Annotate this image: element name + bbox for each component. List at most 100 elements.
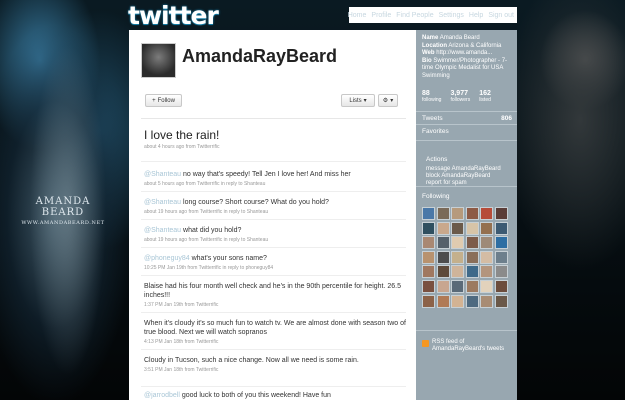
follow-button[interactable]: + Follow [145, 94, 182, 107]
following-avatar[interactable] [436, 279, 450, 293]
favorites-link[interactable]: Favorites [422, 128, 512, 135]
following-avatar[interactable] [436, 207, 450, 220]
tweet: Blaise had his four month well check and… [144, 282, 406, 308]
tweet-meta[interactable]: about 5 hours ago from Twitterrific in r… [144, 181, 406, 187]
following-avatar[interactable] [436, 221, 450, 235]
tweet-meta[interactable]: 4:13 PM Jan 18th from Twitterrific [144, 339, 406, 345]
message-link[interactable]: message AmandaRayBeard [426, 166, 501, 173]
rss-feed-link[interactable]: RSS feed of AmandaRayBeard's tweets [422, 339, 517, 353]
tweet-mention[interactable]: @jarrodbell [144, 392, 180, 399]
divider [141, 118, 406, 119]
stat-followers[interactable]: 3,977 followers [450, 90, 470, 103]
following-avatar[interactable] [422, 294, 435, 308]
tweet-meta[interactable]: 1:37 PM Jan 19th from Twitterrific [144, 302, 406, 308]
following-avatar[interactable] [465, 279, 479, 293]
stat-listed[interactable]: 162 listed [479, 90, 491, 103]
following-avatar[interactable] [480, 207, 494, 220]
following-avatar[interactable] [422, 265, 435, 279]
following-avatar[interactable] [451, 221, 465, 235]
following-avatar[interactable] [436, 294, 450, 308]
following-avatar[interactable] [422, 250, 435, 264]
brand-url: WWW.AMANDABEARD.NET [21, 220, 105, 226]
following-avatar[interactable] [480, 265, 494, 279]
following-avatar[interactable] [436, 250, 450, 264]
divider [416, 124, 517, 125]
nav-find-people[interactable]: Find People [396, 12, 433, 19]
nav-help[interactable]: Help [469, 12, 483, 19]
tweet-meta[interactable]: about 19 hours ago from Twitterrific in … [144, 209, 406, 215]
stat-label: followers [450, 97, 471, 103]
divider [141, 219, 406, 220]
following-avatar[interactable] [465, 207, 479, 220]
web-row: Web http://www.amanda... [422, 50, 514, 58]
following-avatar[interactable] [480, 294, 494, 308]
tweet-text: When it's cloudy it's so much fun to wat… [144, 320, 406, 336]
tweet-body: good luck to both of you this weekend! H… [179, 392, 331, 399]
following-avatar[interactable] [480, 236, 494, 250]
following-avatar[interactable] [436, 236, 450, 250]
divider [141, 349, 406, 350]
tweet-meta[interactable]: about 4 hours ago from Twitterrific [144, 144, 406, 150]
avatar[interactable] [141, 43, 176, 78]
location-value: Arizona & California [448, 42, 502, 49]
tweet-mention[interactable]: @Shanteau [144, 199, 181, 206]
following-avatar[interactable] [494, 279, 508, 293]
following-avatar[interactable] [465, 236, 479, 250]
following-avatar[interactable] [451, 294, 465, 308]
tweet: When it's cloudy it's so much fun to wat… [144, 319, 406, 345]
divider [416, 140, 517, 141]
nav-profile[interactable]: Profile [371, 12, 391, 19]
following-avatar[interactable] [480, 279, 494, 293]
following-avatar[interactable] [465, 265, 479, 279]
tweet-mention[interactable]: @Shanteau [144, 227, 181, 234]
tweet-mention[interactable]: @Shanteau [144, 171, 181, 178]
tweets-count-row[interactable]: Tweets 806 [422, 115, 512, 122]
lists-label: Lists [349, 97, 362, 104]
following-avatar[interactable] [494, 250, 508, 264]
twitter-logo[interactable]: twitter [128, 1, 219, 30]
brand-name: AMANDA BEARD [35, 196, 91, 218]
following-avatar[interactable] [451, 207, 465, 220]
nav-home[interactable]: Home [348, 12, 367, 19]
gear-button[interactable]: ⚙ ▾ [378, 94, 398, 107]
web-link[interactable]: http://www.amanda... [436, 50, 492, 56]
stat-following[interactable]: 88 following [422, 90, 441, 103]
divider [141, 312, 406, 313]
background-branding: AMANDA BEARD WWW.AMANDABEARD.NET [14, 196, 112, 226]
tweet-body: what's your sons name? [189, 255, 267, 262]
following-avatar[interactable] [480, 221, 494, 235]
following-avatar[interactable] [465, 221, 479, 235]
following-avatar[interactable] [451, 250, 465, 264]
tweet-meta[interactable]: 3:51 PM Jan 18th from Twitterrific [144, 367, 406, 373]
bio-row: Bio Swimmer/Photographer - 7-time Olympi… [422, 58, 514, 81]
tweet-text: @Shanteau no way that's speedy! Tell Jen… [144, 170, 406, 179]
following-avatar[interactable] [436, 265, 450, 279]
tweet-meta[interactable]: 10:25 PM Jan 19th from Twitterrific in r… [144, 265, 406, 271]
following-avatar[interactable] [494, 221, 508, 235]
location-label: Location [422, 42, 447, 49]
following-avatar[interactable] [422, 221, 435, 235]
stat-number: 88 [422, 90, 430, 97]
following-avatar[interactable] [422, 279, 435, 293]
following-avatar[interactable] [422, 236, 435, 250]
tweet-text: I love the rain! [144, 128, 220, 142]
main-content: AmandaRayBeard + Follow Lists ▾ ⚙ ▾ I lo… [129, 30, 416, 400]
following-avatar[interactable] [465, 250, 479, 264]
following-avatar[interactable] [480, 250, 494, 264]
tweet-meta[interactable]: about 19 hours ago from Twitterrific in … [144, 237, 406, 243]
lists-button[interactable]: Lists ▾ [341, 94, 375, 107]
following-avatar[interactable] [422, 207, 435, 220]
following-avatar[interactable] [494, 236, 508, 250]
nav-sign-out[interactable]: Sign out [488, 12, 514, 19]
following-avatar[interactable] [451, 265, 465, 279]
following-avatar[interactable] [494, 294, 508, 308]
following-avatar[interactable] [465, 294, 479, 308]
following-avatar[interactable] [494, 265, 508, 279]
following-avatar[interactable] [494, 207, 508, 220]
following-avatar[interactable] [451, 236, 465, 250]
tweet-mention[interactable]: @phoneguy84 [144, 255, 190, 262]
block-link[interactable]: block AmandaRayBeard [426, 173, 501, 180]
following-avatar[interactable] [451, 279, 465, 293]
chevron-down-icon: ▾ [390, 98, 394, 104]
nav-settings[interactable]: Settings [439, 12, 464, 19]
